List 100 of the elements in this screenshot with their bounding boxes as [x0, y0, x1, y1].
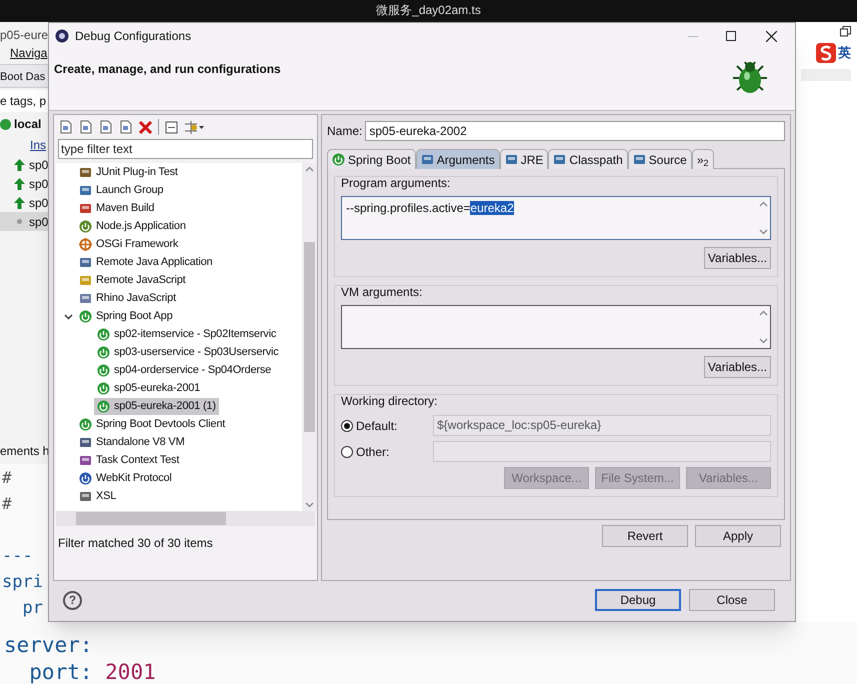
- node-icon: [79, 472, 92, 484]
- launcher-icon: [79, 274, 92, 286]
- code-line: server:: [3, 632, 94, 657]
- code-line: pr: [21, 597, 44, 620]
- tab[interactable]: Source: [628, 149, 692, 169]
- scroll-down-icon[interactable]: [758, 229, 768, 235]
- revert-button[interactable]: Revert: [602, 525, 688, 547]
- restore-icon[interactable]: [840, 26, 851, 37]
- code-line: port: 2001: [28, 659, 157, 684]
- launcher-icon: [79, 490, 92, 502]
- tree-item[interactable]: sp05-eureka-2001 (1): [94, 398, 219, 414]
- tree-item[interactable]: XSL: [76, 488, 120, 504]
- name-field[interactable]: sp05-eureka-2002: [365, 121, 785, 141]
- menu-item[interactable]: Naviga: [0, 44, 48, 64]
- vm-arguments-field[interactable]: [341, 305, 771, 349]
- scroll-down-icon[interactable]: [758, 338, 768, 344]
- vertical-scrollbar[interactable]: [302, 163, 317, 511]
- close-icon[interactable]: [766, 30, 777, 42]
- launcher-icon: [79, 292, 92, 304]
- tree-item[interactable]: Standalone V8 VM: [76, 434, 188, 450]
- scroll-up-icon[interactable]: [305, 166, 314, 172]
- export-icon[interactable]: [99, 120, 113, 134]
- delete-icon[interactable]: [139, 120, 152, 134]
- tab[interactable]: Arguments: [416, 149, 500, 169]
- launcher-icon: [504, 153, 518, 166]
- launcher-icon: [79, 436, 92, 448]
- tree-item[interactable]: JUnit Plug-in Test: [76, 164, 181, 180]
- variables-button[interactable]: Variables...: [704, 356, 771, 378]
- tree-item[interactable]: sp04-orderservice - Sp04Orderse: [94, 362, 274, 378]
- directory-field[interactable]: [433, 441, 771, 462]
- tab[interactable]: »$_{2}$: [692, 149, 714, 169]
- dialog-header: Create, manage, and run configurations: [54, 61, 281, 78]
- app-row[interactable]: sp0: [0, 155, 48, 174]
- maximize-icon[interactable]: [726, 31, 736, 41]
- tree-item[interactable]: Launch Group: [76, 182, 166, 198]
- radio-button[interactable]: [341, 446, 353, 458]
- horizontal-scrollbar[interactable]: [56, 511, 315, 526]
- variables-button[interactable]: Variables...: [704, 247, 771, 269]
- new-prototype-icon[interactable]: [79, 120, 93, 134]
- directory-field[interactable]: ${workspace_loc:sp05-eureka}: [433, 415, 771, 436]
- app-row[interactable]: sp0: [0, 174, 48, 193]
- chevron-icon[interactable]: [64, 312, 73, 320]
- tree-item[interactable]: sp03-userservice - Sp03Userservic: [94, 344, 282, 360]
- tree-item[interactable]: Remote Java Application: [76, 254, 216, 270]
- editor-tab[interactable]: p05-eure: [0, 26, 48, 44]
- tab[interactable]: Classpath: [548, 149, 628, 169]
- tree-item[interactable]: Remote JavaScript: [76, 272, 189, 288]
- window-title: Debug Configurations: [75, 28, 192, 45]
- crosshair-icon: [79, 238, 92, 250]
- debug-button[interactable]: Debug: [595, 589, 681, 611]
- node-icon: [97, 400, 110, 412]
- power-icon: [0, 118, 11, 130]
- app-row[interactable]: sp0: [0, 193, 48, 212]
- filter-status: Filter matched 30 of 30 items: [58, 535, 214, 552]
- close-button[interactable]: Close: [689, 589, 775, 611]
- launcher-icon: [79, 166, 92, 178]
- tree-item[interactable]: Spring Boot Devtools Client: [76, 416, 228, 432]
- radio-button[interactable]: [341, 420, 353, 432]
- scroll-down-icon[interactable]: [305, 502, 314, 508]
- tree-item[interactable]: Task Context Test: [76, 452, 182, 468]
- tree-item[interactable]: sp02-itemservice - Sp02Itemservic: [94, 326, 280, 342]
- program-arguments-field[interactable]: --spring.profiles.active=eureka2: [341, 196, 771, 240]
- scrollbar-thumb[interactable]: [76, 512, 226, 525]
- tree-item[interactable]: OSGi Framework: [76, 236, 182, 252]
- filter-icon[interactable]: [184, 120, 204, 134]
- stopped-icon: [17, 219, 22, 224]
- tab[interactable]: Spring Boot: [327, 149, 416, 169]
- install-link[interactable]: Ins: [0, 136, 48, 155]
- duplicate-icon[interactable]: [119, 120, 133, 134]
- radio-option[interactable]: Default:: [341, 416, 433, 434]
- help-icon[interactable]: ?: [63, 590, 82, 610]
- new-config-icon[interactable]: [59, 120, 73, 134]
- scroll-up-icon[interactable]: [758, 310, 768, 316]
- node-icon: [79, 310, 92, 322]
- tree-item[interactable]: WebKit Protocol: [76, 470, 175, 486]
- scroll-up-icon[interactable]: [758, 201, 768, 207]
- apply-button[interactable]: Apply: [695, 525, 781, 547]
- code-line: #: [1, 467, 13, 489]
- code-line: spri: [1, 571, 44, 594]
- filter-field[interactable]: e tags, p: [0, 90, 48, 112]
- tree-item[interactable]: Node.js Application: [76, 218, 189, 234]
- launcher-icon: [632, 153, 646, 166]
- name-label: Name:: [327, 123, 362, 140]
- view-title: Boot Das: [0, 64, 48, 88]
- tree-item[interactable]: Spring Boot App: [76, 308, 176, 324]
- tree-item[interactable]: Rhino JavaScript: [76, 290, 179, 306]
- app-icon: [55, 29, 69, 43]
- collapse-all-icon[interactable]: [165, 120, 178, 134]
- launcher-icon: [79, 184, 92, 196]
- ime-label: 英: [838, 44, 851, 62]
- launcher-icon: [420, 153, 434, 166]
- group-label: VM arguments:: [341, 284, 424, 301]
- tree-item[interactable]: Maven Build: [76, 200, 158, 216]
- code-line: ---: [1, 545, 34, 568]
- filter-field[interactable]: type filter text: [58, 139, 313, 159]
- app-row[interactable]: sp0: [0, 212, 48, 231]
- radio-option[interactable]: Other:: [341, 442, 433, 460]
- tree-item[interactable]: sp05-eureka-2001: [94, 380, 204, 396]
- scrollbar-thumb[interactable]: [304, 242, 315, 432]
- tab[interactable]: JRE: [500, 149, 548, 169]
